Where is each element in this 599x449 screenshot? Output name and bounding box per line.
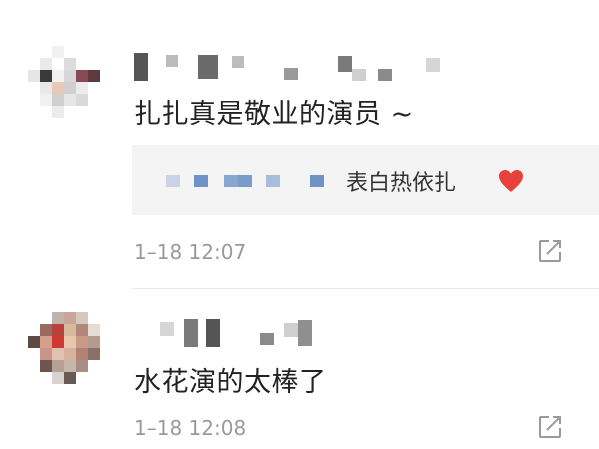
- comment-text: 水花演的太棒了: [134, 367, 327, 398]
- reply-username-censored[interactable]: [166, 175, 324, 187]
- timestamp: 1–18 12:08: [134, 416, 247, 440]
- avatar[interactable]: [28, 312, 112, 396]
- reply-box[interactable]: 表白热依扎: [132, 145, 599, 215]
- comment-text: 扎扎真是敬业的演员 ~: [134, 99, 414, 130]
- reply-text: 表白热依扎: [346, 171, 457, 196]
- share-icon[interactable]: [537, 414, 563, 440]
- comment-item: 水花演的太棒了 1–18 12:08: [0, 290, 599, 449]
- heart-icon: [499, 170, 523, 192]
- username-censored[interactable]: [134, 50, 440, 84]
- avatar[interactable]: [28, 46, 112, 130]
- timestamp: 1–18 12:07: [134, 240, 247, 264]
- username-censored[interactable]: [160, 316, 312, 350]
- share-icon[interactable]: [537, 238, 563, 264]
- divider: [132, 288, 599, 289]
- comment-item: 扎扎真是敬业的演员 ~ 表白热依扎 1–18 12:07: [0, 0, 599, 290]
